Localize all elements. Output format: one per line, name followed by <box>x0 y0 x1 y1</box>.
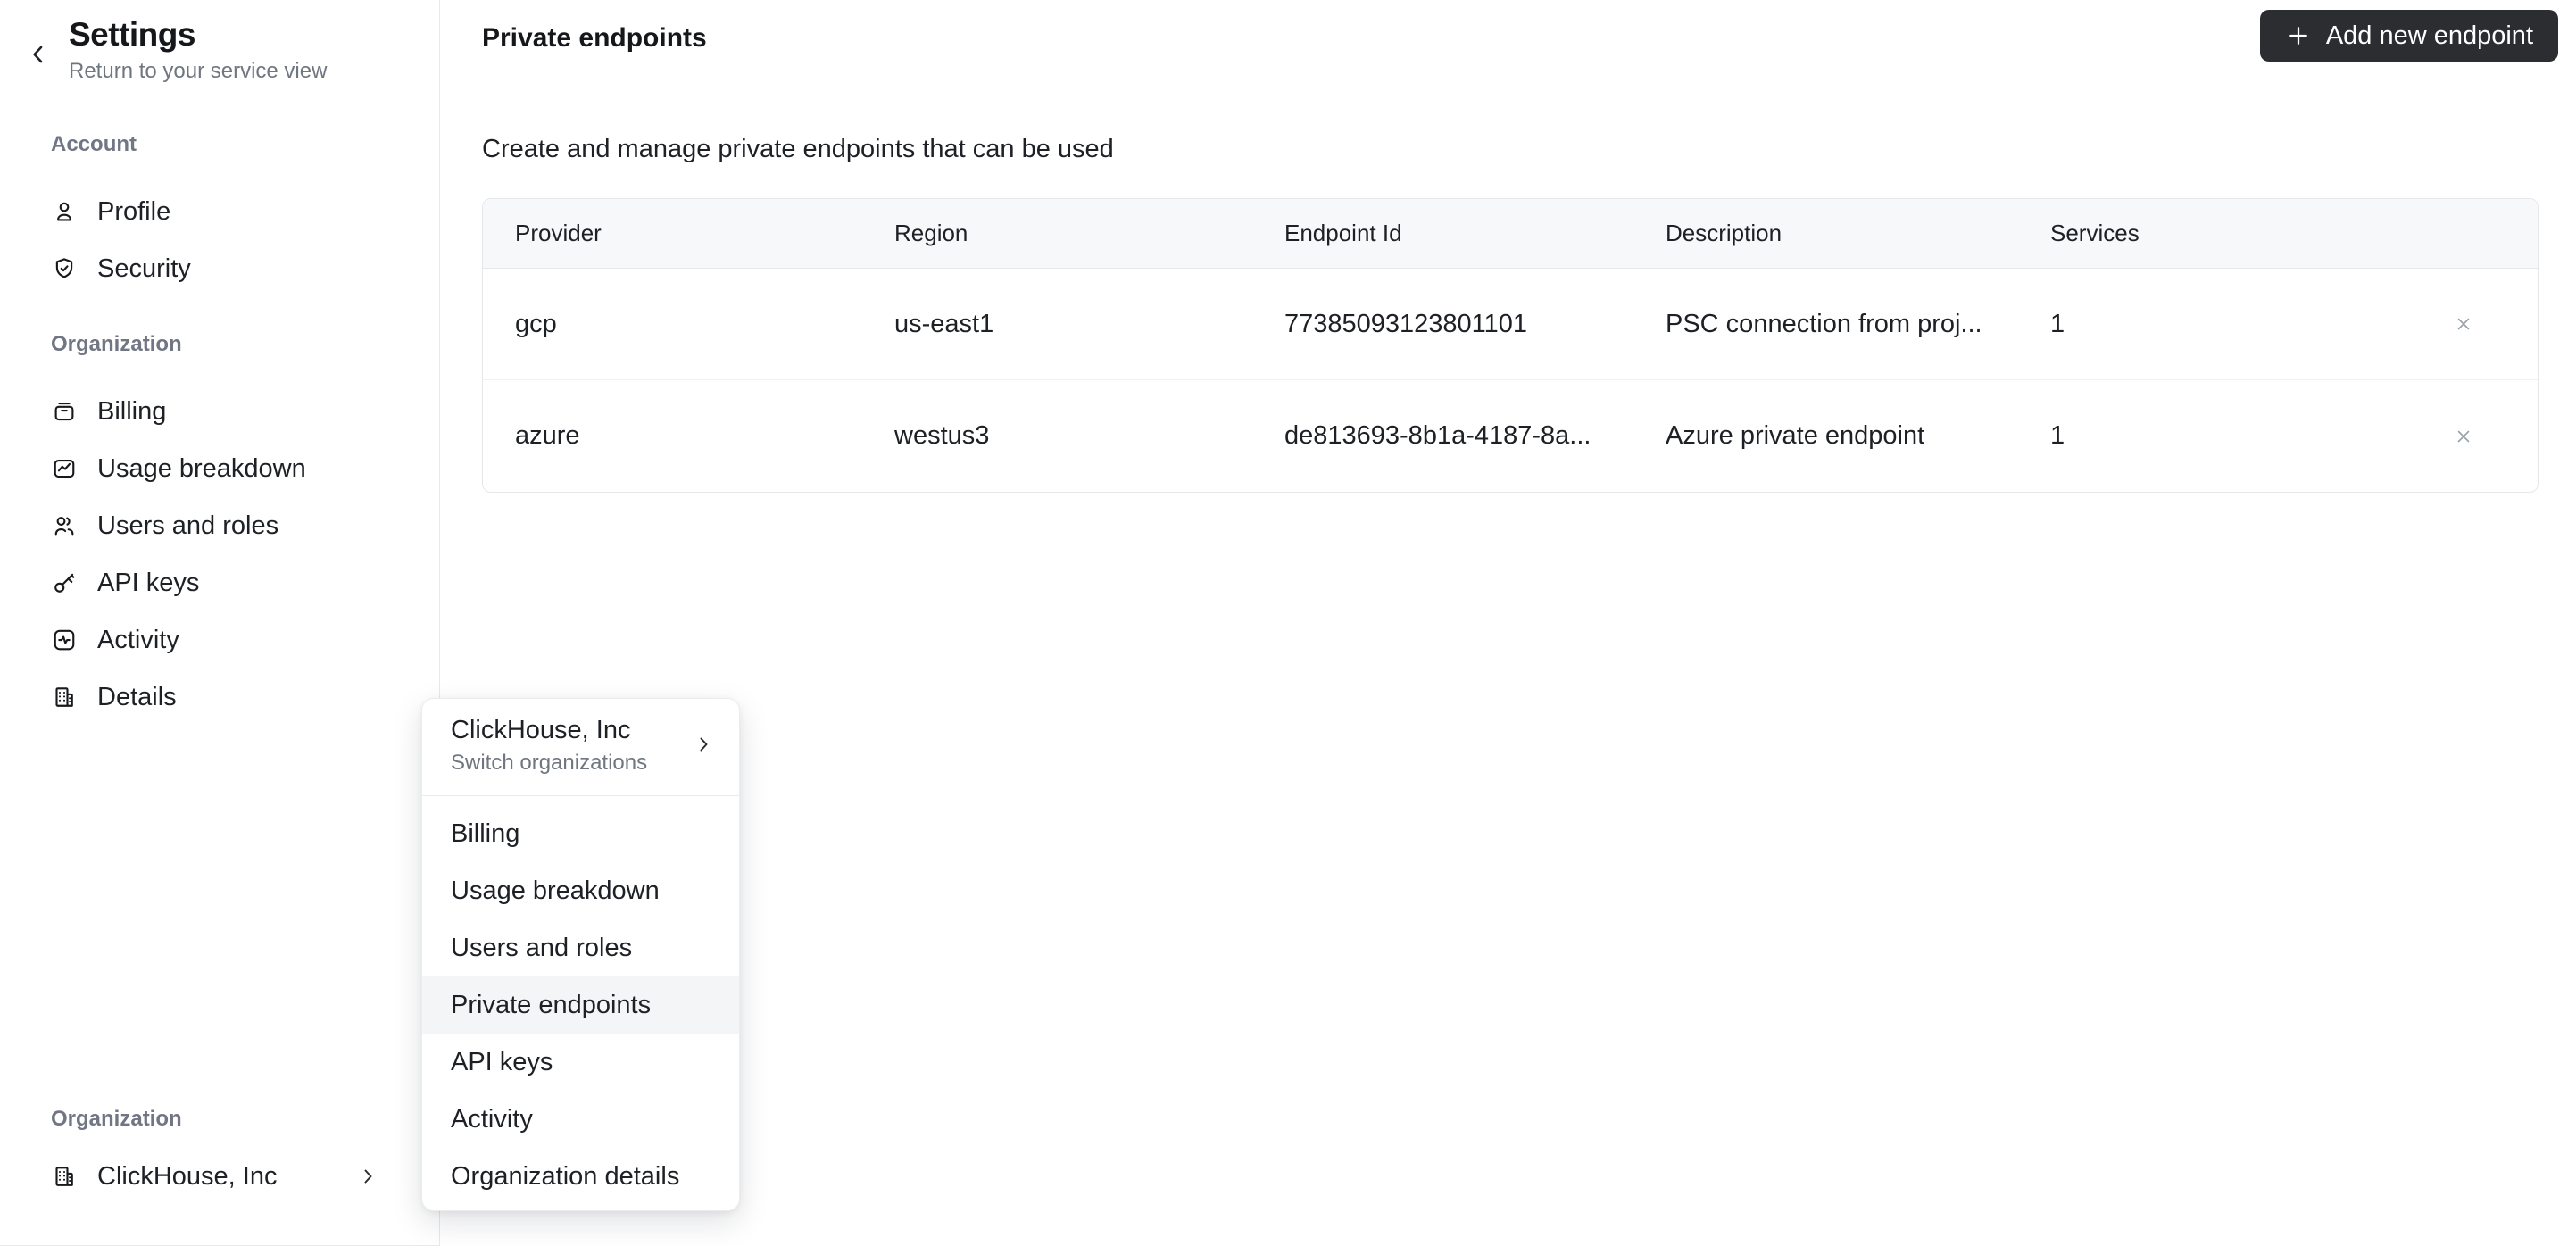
remove-endpoint-button[interactable] <box>2446 419 2481 454</box>
usage-chart-icon <box>51 455 78 482</box>
cell-provider: gcp <box>515 309 557 338</box>
table-row: azure westus3 de813693-8b1a-4187-8a... A… <box>483 380 2538 492</box>
activity-icon <box>51 627 78 653</box>
cell-provider: azure <box>515 421 580 450</box>
sidebar-item-users-and-roles[interactable]: Users and roles <box>0 497 439 554</box>
account-nav: Profile Security <box>0 183 439 297</box>
cell-services: 1 <box>2050 309 2065 338</box>
sidebar-item-profile[interactable]: Profile <box>0 183 439 240</box>
cell-endpoint-id: 77385093123801101 <box>1284 309 1528 338</box>
sidebar-item-billing[interactable]: Billing <box>0 383 439 440</box>
page-description: Create and manage private endpoints that… <box>482 135 1114 163</box>
chevron-right-icon <box>693 734 714 755</box>
sidebar-item-label: Details <box>97 682 177 711</box>
menu-item-private-endpoints[interactable]: Private endpoints <box>422 976 739 1034</box>
menu-item-activity[interactable]: Activity <box>422 1091 739 1148</box>
section-label-organization: Organization <box>51 332 182 356</box>
sidebar-item-api-keys[interactable]: API keys <box>0 554 439 611</box>
sidebar: Settings Return to your service view Acc… <box>0 0 440 1246</box>
column-header-endpoint-id: Endpoint Id <box>1284 220 1402 246</box>
organization-switcher[interactable]: ClickHouse, Inc <box>0 1148 439 1205</box>
users-icon <box>51 512 78 539</box>
sidebar-item-label: Users and roles <box>97 511 279 540</box>
page-title: Private endpoints <box>482 23 707 53</box>
column-header-region: Region <box>894 220 968 246</box>
menu-item-organization-details[interactable]: Organization details <box>422 1148 739 1205</box>
organization-name: ClickHouse, Inc <box>97 1161 278 1191</box>
sidebar-item-activity[interactable]: Activity <box>0 611 439 669</box>
main-header: Private endpoints Add new endpoint <box>441 0 2576 87</box>
sidebar-item-security[interactable]: Security <box>0 240 439 297</box>
organization-dropdown-menu: ClickHouse, Inc Switch organizations Bil… <box>421 698 740 1211</box>
key-icon <box>51 569 78 596</box>
billing-icon <box>51 398 78 425</box>
close-icon <box>2453 426 2474 447</box>
cell-endpoint-id: de813693-8b1a-4187-8a... <box>1284 421 1591 450</box>
section-label-organization-footer: Organization <box>51 1107 182 1131</box>
sidebar-item-usage-breakdown[interactable]: Usage breakdown <box>0 440 439 497</box>
private-endpoints-table: Provider Region Endpoint Id Description … <box>482 198 2539 493</box>
column-header-services: Services <box>2050 220 2140 246</box>
dropdown-org-name: ClickHouse, Inc <box>451 716 631 744</box>
cell-description: Azure private endpoint <box>1666 421 1925 450</box>
column-header-description: Description <box>1666 220 1782 246</box>
sidebar-item-details[interactable]: Details <box>0 669 439 726</box>
table-row: gcp us-east1 77385093123801101 PSC conne… <box>483 269 2538 380</box>
chevron-right-icon <box>357 1166 378 1187</box>
main-content: Create and manage private endpoints that… <box>441 88 2576 1246</box>
dropdown-org-header[interactable]: ClickHouse, Inc Switch organizations <box>422 699 739 795</box>
cell-region: us-east1 <box>894 309 994 338</box>
sidebar-title: Settings <box>69 16 195 53</box>
sidebar-item-label: Profile <box>97 196 171 226</box>
chevron-left-icon <box>25 41 52 68</box>
organization-nav: Billing Usage breakdown Users and roles … <box>0 383 439 726</box>
building-icon <box>51 684 78 710</box>
menu-item-billing[interactable]: Billing <box>422 805 739 862</box>
dropdown-org-subtitle: Switch organizations <box>451 751 648 775</box>
cell-services: 1 <box>2050 421 2065 450</box>
user-icon <box>51 198 78 225</box>
close-icon <box>2453 313 2474 335</box>
sidebar-item-label: Activity <box>97 625 179 654</box>
building-icon <box>51 1163 78 1190</box>
dropdown-list: Billing Usage breakdown Users and roles … <box>422 796 739 1210</box>
sidebar-item-label: Security <box>97 253 191 283</box>
menu-item-api-keys[interactable]: API keys <box>422 1034 739 1091</box>
shield-check-icon <box>51 255 78 282</box>
remove-endpoint-button[interactable] <box>2446 306 2481 342</box>
sidebar-item-label: Usage breakdown <box>97 453 306 483</box>
column-header-provider: Provider <box>515 220 602 246</box>
back-button[interactable] <box>23 39 54 70</box>
sidebar-item-label: Billing <box>97 396 167 426</box>
cell-region: westus3 <box>894 421 990 450</box>
sidebar-item-label: API keys <box>97 568 200 597</box>
sidebar-subtitle: Return to your service view <box>69 59 328 83</box>
add-new-endpoint-button[interactable]: Add new endpoint <box>2259 10 2558 62</box>
menu-item-users-and-roles[interactable]: Users and roles <box>422 919 739 976</box>
plus-icon <box>2285 22 2312 49</box>
table-header-row: Provider Region Endpoint Id Description … <box>483 199 2538 269</box>
section-label-account: Account <box>51 132 137 156</box>
cell-description: PSC connection from proj... <box>1666 309 1982 338</box>
menu-item-usage-breakdown[interactable]: Usage breakdown <box>422 862 739 919</box>
settings-page: Settings Return to your service view Acc… <box>0 0 2576 1246</box>
add-new-endpoint-label: Add new endpoint <box>2325 21 2533 50</box>
